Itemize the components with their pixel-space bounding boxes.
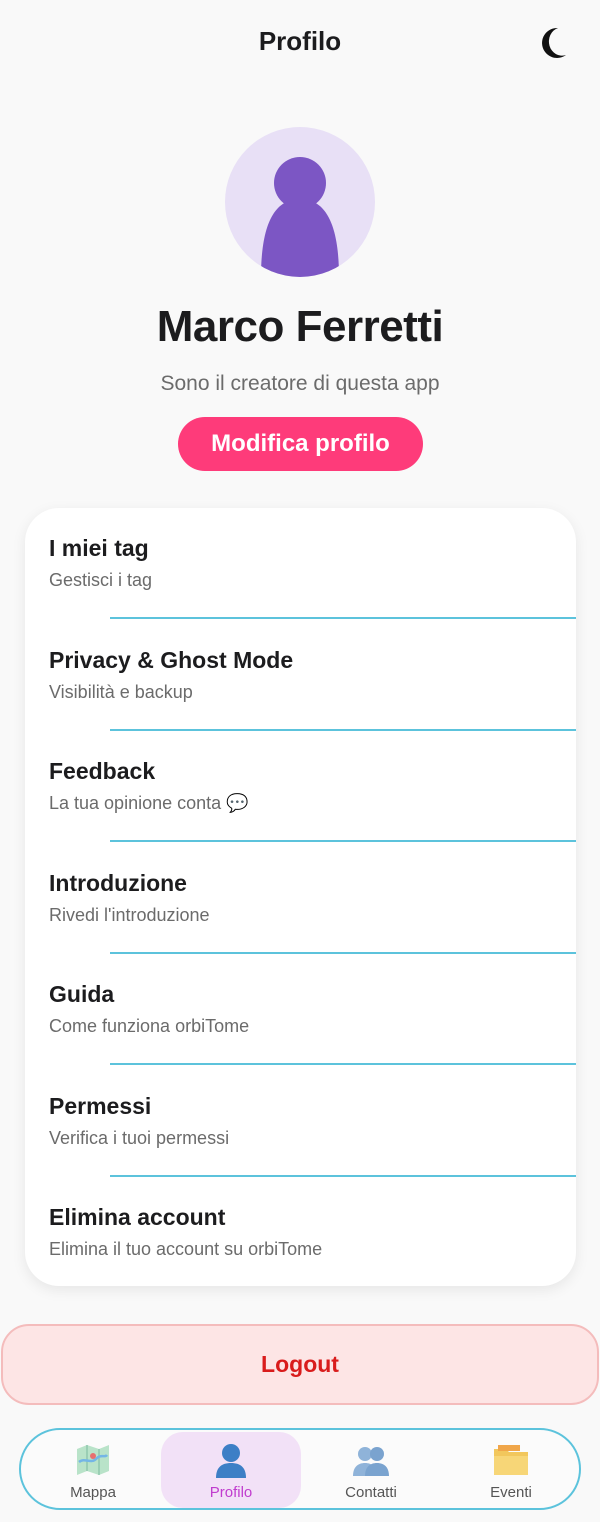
divider (110, 840, 576, 842)
nav-label: Mappa (70, 1484, 116, 1501)
nav-item-eventi[interactable]: Eventi (441, 1432, 581, 1508)
bottom-nav: Mappa Profilo Contatti Eventi (19, 1428, 581, 1510)
menu-item-introduction[interactable]: Introduzione Rivedi l'introduzione (25, 843, 576, 954)
menu-item-title: I miei tag (49, 535, 149, 561)
menu-item-delete-account[interactable]: Elimina account Elimina il tuo account s… (25, 1177, 576, 1286)
menu-item-subtitle: Gestisci i tag (49, 570, 153, 590)
moon-icon[interactable] (538, 26, 570, 60)
avatar[interactable] (225, 127, 375, 277)
menu-item-subtitle: Elimina il tuo account su orbiTome (49, 1239, 323, 1259)
logout-button[interactable]: Logout (1, 1324, 599, 1405)
contacts-icon (353, 1447, 389, 1476)
nav-label: Contatti (345, 1484, 397, 1501)
user-icon (216, 1444, 246, 1478)
menu-item-subtitle: Rivedi l'introduzione (49, 905, 210, 925)
menu-item-title: Elimina account (49, 1204, 226, 1230)
menu-item-title: Feedback (49, 758, 156, 784)
menu-item-subtitle: Come funziona orbiTome (49, 1016, 250, 1036)
menu-item-feedback[interactable]: Feedback La tua opinione conta 💬 (25, 731, 576, 842)
menu-item-title: Permessi (49, 1093, 152, 1119)
folder-icon (494, 1445, 528, 1475)
menu-item-subtitle: Visibilità e backup (49, 682, 193, 702)
nav-item-contatti[interactable]: Contatti (301, 1432, 441, 1508)
menu-item-title: Guida (49, 981, 115, 1007)
edit-profile-button[interactable]: Modifica profilo (178, 417, 423, 471)
nav-label: Eventi (490, 1484, 532, 1501)
menu-item-title: Introduzione (49, 870, 187, 896)
profile-name: Marco Ferretti (156, 302, 444, 351)
menu-item-title: Privacy & Ghost Mode (49, 647, 294, 673)
map-icon (77, 1445, 109, 1475)
nav-item-profilo[interactable]: Profilo (161, 1432, 301, 1508)
settings-menu: I miei tag Gestisci i tag Privacy & Ghos… (25, 508, 576, 1286)
nav-label: Profilo (209, 1484, 253, 1501)
menu-item-privacy[interactable]: Privacy & Ghost Mode Visibilità e backup (25, 620, 576, 731)
menu-item-tags[interactable]: I miei tag Gestisci i tag (25, 508, 576, 619)
divider (110, 1063, 576, 1065)
divider (110, 617, 576, 619)
app-header: Profilo (0, 0, 600, 86)
menu-item-permissions[interactable]: Permessi Verifica i tuoi permessi (25, 1066, 576, 1177)
menu-item-subtitle: La tua opinione conta 💬 (49, 793, 249, 813)
menu-item-subtitle: Verifica i tuoi permessi (49, 1128, 230, 1148)
person-silhouette-icon (261, 157, 339, 277)
menu-item-guide[interactable]: Guida Come funziona orbiTome (25, 954, 576, 1065)
profile-bio: Sono il creatore di questa app (160, 372, 440, 395)
page-title: Profilo (258, 26, 342, 56)
nav-item-mappa[interactable]: Mappa (23, 1432, 163, 1508)
